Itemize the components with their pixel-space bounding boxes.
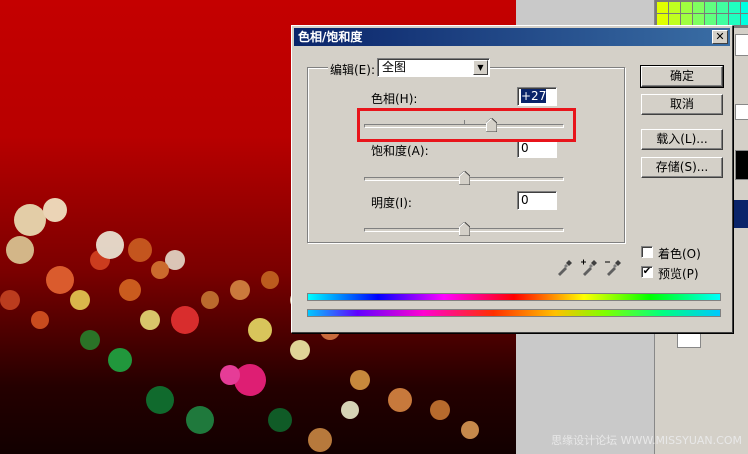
close-button[interactable]: ✕ (712, 30, 728, 44)
lightness-value: 0 (521, 193, 529, 207)
saturation-slider[interactable] (364, 171, 564, 185)
colorize-checkbox[interactable] (641, 246, 653, 258)
hue-label: 色相(H): (371, 92, 418, 106)
hue-value: +27 (521, 89, 547, 103)
saturation-value: 0 (521, 141, 529, 155)
saturation-slider-thumb[interactable] (459, 171, 470, 185)
cancel-button[interactable]: 取消 (641, 94, 723, 115)
colorize-label: 着色(O) (658, 247, 701, 261)
hue-saturation-dialog: 色相/饱和度 ✕ 编辑(E): 全图 ▼ 色相(H): +27 饱和度(A): … (291, 25, 733, 333)
saturation-label: 饱和度(A): (371, 144, 429, 158)
adjustment-group (307, 67, 625, 243)
save-button[interactable]: 存储(S)... (641, 157, 723, 178)
swatches-panel[interactable] (655, 0, 748, 28)
watermark: 思缘设计论坛 WWW.MISSYUAN.COM (551, 434, 742, 447)
load-button[interactable]: 载入(L)... (641, 129, 723, 150)
eyedropper-icon[interactable] (555, 259, 573, 277)
panel-widget[interactable] (735, 34, 748, 56)
dialog-titlebar[interactable]: 色相/饱和度 ✕ (294, 28, 730, 46)
output-color-spectrum (307, 309, 721, 317)
panel-widget[interactable] (735, 104, 748, 120)
eyedropper-minus-icon[interactable] (604, 259, 622, 277)
dialog-title: 色相/饱和度 (298, 30, 363, 44)
edit-range-value: 全图 (382, 60, 407, 74)
lightness-slider[interactable] (364, 222, 564, 236)
hue-input[interactable]: +27 (517, 87, 557, 106)
preview-label: 预览(P) (658, 267, 699, 281)
selected-layer[interactable] (731, 200, 748, 228)
checkmark-icon: ✔ (642, 266, 652, 277)
chevron-down-icon[interactable]: ▼ (473, 60, 488, 75)
panel-widget (735, 150, 748, 180)
eyedropper-plus-icon[interactable] (580, 259, 598, 277)
preview-checkbox[interactable]: ✔ (641, 266, 653, 278)
edit-range-select[interactable]: 全图 ▼ (377, 58, 490, 77)
lightness-slider-thumb[interactable] (459, 222, 470, 236)
edit-label: 编辑(E): (328, 61, 377, 78)
ok-button[interactable]: 确定 (640, 65, 724, 88)
input-color-spectrum (307, 293, 721, 301)
hue-highlight-annotation (357, 108, 576, 142)
close-icon: ✕ (715, 30, 725, 43)
lightness-label: 明度(I): (371, 196, 412, 210)
lightness-input[interactable]: 0 (517, 191, 557, 210)
